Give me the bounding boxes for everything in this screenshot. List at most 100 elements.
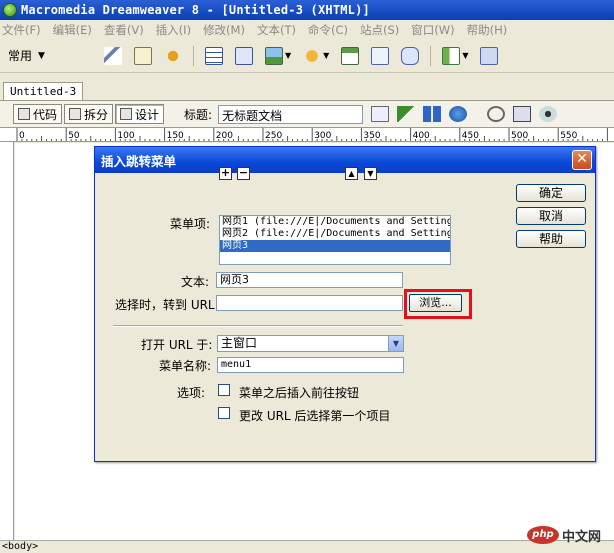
menu-help[interactable]: 帮助(H): [467, 22, 508, 38]
list-item-selected[interactable]: 网页3: [220, 240, 450, 252]
insert-category-dropdown[interactable]: 常用 ▼: [8, 47, 98, 64]
close-icon: ✕: [576, 151, 588, 167]
open-in-select[interactable]: 主窗口 ▼: [217, 335, 404, 352]
open-in-value: 主窗口: [221, 336, 258, 350]
tab-untitled-3[interactable]: Untitled-3: [3, 82, 84, 100]
menu-view[interactable]: 查看(V): [104, 22, 144, 38]
ruler-label: 100: [117, 131, 134, 141]
preview-in-browser-icon[interactable]: [449, 106, 468, 122]
move-down-button[interactable]: ▼: [364, 167, 377, 180]
visual-aids-icon[interactable]: [539, 106, 558, 122]
arrow-up-icon: ▲: [348, 169, 355, 178]
url-field[interactable]: [216, 295, 403, 311]
move-up-button[interactable]: ▲: [345, 167, 358, 180]
url-label: 选择时，转到 URL:: [115, 298, 219, 312]
template-icon[interactable]: [442, 46, 461, 65]
ok-button[interactable]: 确定: [516, 184, 586, 202]
menu-items-list[interactable]: 网页1 (file:///E|/Documents and Settings/ …: [219, 215, 451, 265]
dreamweaver-app-icon: [3, 3, 17, 17]
plus-icon: +: [220, 166, 231, 179]
menu-bar: 文件(F) 编辑(E) 查看(V) 插入(I) 修改(M) 文本(T) 命令(C…: [0, 20, 614, 39]
select-first-item-checkbox[interactable]: [218, 407, 230, 419]
named-anchor-icon[interactable]: [164, 46, 182, 65]
view-options-icon[interactable]: [513, 106, 532, 122]
menu-site[interactable]: 站点(S): [360, 22, 399, 38]
ruler-label: 350: [363, 131, 380, 141]
email-link-icon[interactable]: [134, 46, 152, 65]
media-dropdown-arrow-icon[interactable]: ▼: [323, 51, 329, 60]
close-button[interactable]: ✕: [572, 150, 592, 170]
document-toolbar: 代码 拆分 设计 标题: 无标题文档: [0, 100, 614, 128]
design-view-button[interactable]: 设计: [115, 104, 165, 124]
image-icon[interactable]: [265, 46, 283, 65]
menu-text[interactable]: 文本(T): [257, 22, 296, 38]
refresh-icon[interactable]: [487, 106, 506, 122]
insert-jump-menu-dialog: 插入跳转菜单 ✕ + − ▲ ▼ 菜单项: 网页1 (file:///E|/Do…: [94, 146, 596, 462]
remove-item-button[interactable]: −: [237, 167, 250, 180]
code-view-icon: [18, 108, 30, 120]
menu-modify[interactable]: 修改(M): [203, 22, 245, 38]
select-first-item-label: 更改 URL 后选择第一个项目: [239, 409, 391, 423]
design-view-icon: [120, 108, 133, 120]
toolbar-divider: [430, 45, 432, 66]
insert-go-button-checkbox[interactable]: [218, 384, 230, 396]
help-button[interactable]: 帮助: [516, 230, 586, 248]
text-field[interactable]: 网页3: [216, 272, 403, 288]
ruler-label: 550: [560, 131, 577, 141]
ruler-label: 400: [413, 131, 430, 141]
dialog-title: 插入跳转菜单: [101, 153, 177, 169]
menu-items-label: 菜单项:: [170, 217, 211, 231]
document-tabs: Untitled-3: [0, 80, 614, 100]
php-cn-watermark: php 中文网: [527, 522, 607, 548]
insert-go-button-label: 菜单之后插入前往按钮: [239, 386, 360, 400]
list-item[interactable]: 网页2 (file:///E|/Documents and Settings/: [220, 228, 450, 240]
ruler-label: 450: [462, 131, 479, 141]
list-item[interactable]: 网页1 (file:///E|/Documents and Settings/: [220, 216, 450, 228]
app-title-bar: Macromedia Dreamweaver 8 - [Untitled-3 (…: [0, 0, 614, 20]
file-management-icon[interactable]: [423, 106, 442, 122]
hyperlink-icon[interactable]: [104, 46, 122, 65]
cancel-button[interactable]: 取消: [516, 207, 586, 225]
ruler-label: 500: [511, 131, 528, 141]
code-view-label: 代码: [33, 107, 58, 122]
menu-commands[interactable]: 命令(C): [308, 22, 348, 38]
add-item-button[interactable]: +: [219, 167, 232, 180]
tag-selector: <body>: [0, 540, 614, 553]
template-dropdown-arrow-icon[interactable]: ▼: [462, 51, 468, 60]
arrow-down-icon: ▼: [367, 169, 374, 178]
body-tag[interactable]: <body>: [2, 541, 38, 552]
horizontal-ruler: 0 50 100 150 200 250 300 350 400 450 500 550: [0, 128, 614, 142]
menu-insert[interactable]: 插入(I): [156, 22, 191, 38]
browser-check-icon[interactable]: [371, 106, 390, 122]
ruler-label: 300: [314, 131, 331, 141]
insert-toolbar: 常用 ▼ ▼ ▼ ▼: [0, 39, 614, 73]
ruler-label: 250: [265, 131, 282, 141]
design-view-label: 设计: [135, 107, 160, 122]
menu-edit[interactable]: 编辑(E): [53, 22, 92, 38]
split-view-button[interactable]: 拆分: [64, 104, 114, 124]
image-dropdown-arrow-icon[interactable]: ▼: [285, 51, 291, 60]
php-logo: php: [527, 526, 559, 544]
menu-file[interactable]: 文件(F): [2, 22, 41, 38]
dialog-divider: [113, 325, 403, 327]
insert-category-label: 常用: [8, 49, 33, 63]
minus-icon: −: [238, 166, 249, 179]
toolbar-divider: [193, 45, 194, 66]
ruler-label: 200: [216, 131, 233, 141]
date-icon[interactable]: [341, 46, 360, 65]
tag-chooser-icon[interactable]: [480, 46, 499, 65]
document-title-input[interactable]: 无标题文档: [218, 104, 364, 124]
menu-name-field[interactable]: menu1: [217, 357, 404, 373]
server-side-include-icon[interactable]: [371, 46, 390, 65]
code-view-button[interactable]: 代码: [13, 104, 63, 124]
window-title: Macromedia Dreamweaver 8 - [Untitled-3 (…: [21, 3, 370, 17]
layer-icon[interactable]: [235, 46, 253, 65]
validate-markup-icon[interactable]: [397, 106, 416, 122]
ruler-label: 0: [19, 131, 25, 141]
menu-name-label: 菜单名称:: [159, 359, 212, 373]
media-icon[interactable]: [303, 46, 322, 65]
comment-icon[interactable]: [401, 46, 420, 65]
table-icon[interactable]: [205, 46, 223, 65]
menu-window[interactable]: 窗口(W): [411, 22, 454, 38]
split-view-label: 拆分: [84, 107, 109, 122]
